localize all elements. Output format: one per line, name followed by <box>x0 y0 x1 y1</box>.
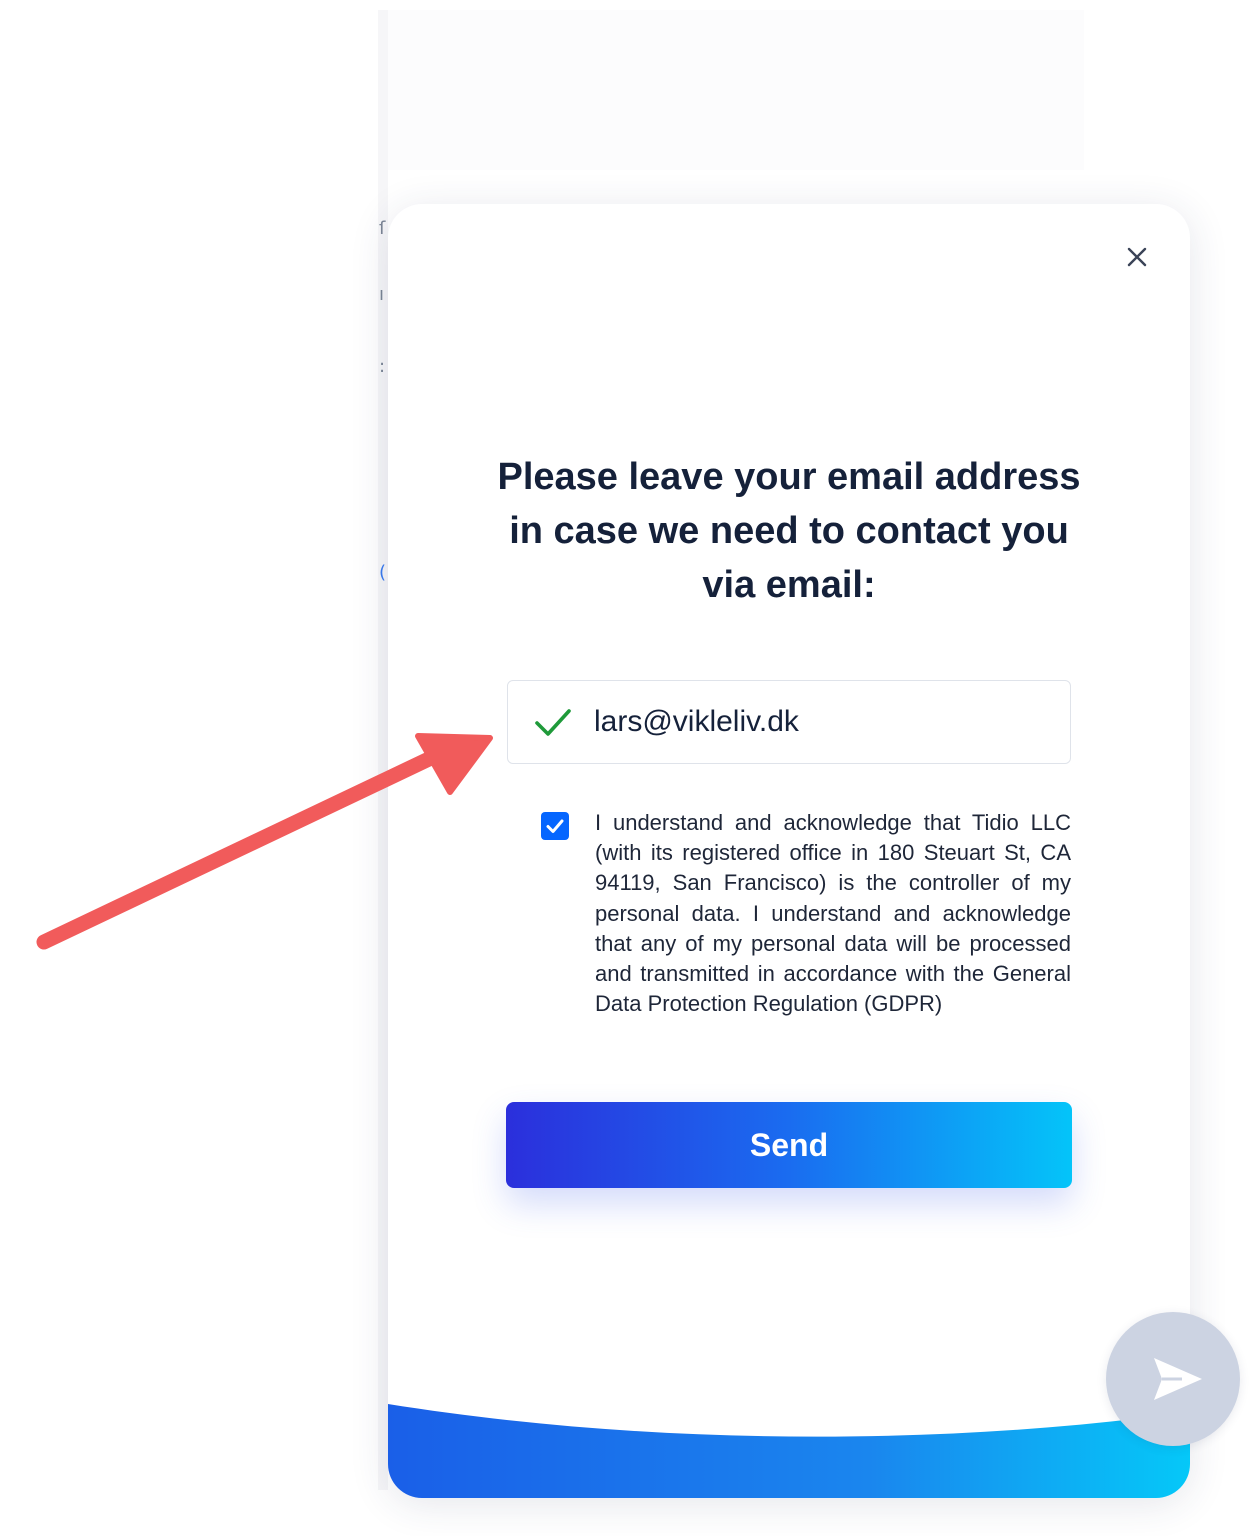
popup-heading: Please leave your email address in case … <box>497 456 1081 606</box>
email-input[interactable] <box>594 705 1034 739</box>
email-field[interactable] <box>507 680 1071 764</box>
footer-wave <box>388 1404 1190 1498</box>
check-icon <box>535 709 571 736</box>
background-panel <box>378 10 1084 170</box>
close-icon <box>1127 247 1147 267</box>
launcher-send-button[interactable] <box>1106 1312 1240 1446</box>
background-fragment: ſ <box>379 218 386 239</box>
checkmark-icon <box>546 819 564 833</box>
consent-text: I understand and acknowledge that Tidio … <box>595 810 1071 1017</box>
background-fragment: ı <box>379 284 385 305</box>
annotation-arrow <box>36 733 493 950</box>
background-fragment: : <box>379 356 386 377</box>
consent-checkbox[interactable] <box>541 812 569 840</box>
close-button[interactable] <box>1120 240 1154 274</box>
screenshot-stage: ſ ı : ( Please leave your email address … <box>0 0 1256 1536</box>
paper-plane-icon <box>1154 1358 1202 1400</box>
send-button[interactable]: Send <box>506 1102 1072 1188</box>
background-fragment: ( <box>379 562 387 583</box>
